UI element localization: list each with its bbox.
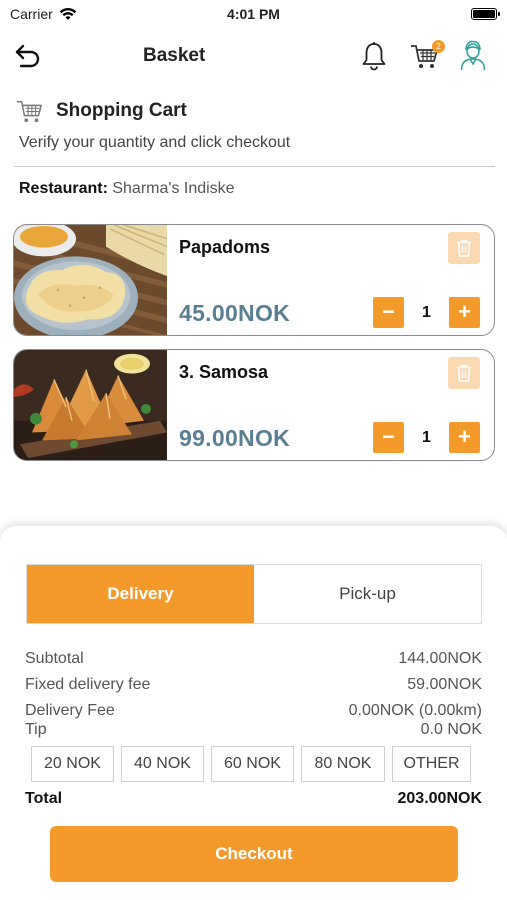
checkout-button[interactable]: Checkout	[50, 826, 458, 882]
subtotal-label: Subtotal	[25, 650, 84, 667]
quantity-value: 1	[422, 428, 431, 446]
tip-option-80[interactable]: 80 NOK	[301, 746, 385, 782]
decrease-quantity-button[interactable]: −	[373, 297, 404, 328]
subtotal-row: Subtotal 144.00NOK	[25, 650, 482, 668]
quantity-value: 1	[422, 303, 431, 321]
tip-label: Tip	[25, 721, 47, 738]
status-bar: Carrier 4:01 PM	[0, 0, 507, 30]
restaurant-info: Restaurant: Sharma's Indiske	[19, 180, 235, 198]
increase-quantity-button[interactable]: +	[449, 297, 480, 328]
total-label: Total	[25, 790, 63, 807]
shopping-cart-title: Shopping Cart	[56, 100, 187, 121]
quantity-stepper: − 1 +	[373, 297, 480, 328]
cart-count-badge: 2	[432, 40, 445, 53]
delivery-fee-row: Delivery Fee 0.00NOK (0.00km)	[25, 702, 482, 720]
shopping-cart-subtitle: Verify your quantity and click checkout	[19, 134, 291, 151]
battery-icon	[471, 8, 500, 20]
item-name: 3. Samosa	[179, 362, 269, 382]
tip-options: 20 NOK 40 NOK 60 NOK 80 NOK OTHER	[31, 746, 471, 782]
item-price: 99.00NOK	[179, 425, 291, 451]
item-price: 45.00NOK	[179, 300, 291, 326]
tip-option-20[interactable]: 20 NOK	[31, 746, 114, 782]
total-value: 203.00NOK	[397, 790, 483, 807]
back-arrow-icon	[15, 44, 40, 68]
trash-icon	[457, 364, 471, 382]
delete-item-button[interactable]	[448, 357, 480, 389]
order-type-toggle: Delivery Pick-up	[26, 564, 482, 624]
cart-item: Papadoms 45.00NOK − 1 +	[13, 224, 495, 336]
checkout-panel: Delivery Pick-up Subtotal 144.00NOK Fixe…	[0, 526, 507, 900]
samosa-photo	[14, 350, 167, 460]
tip-option-60[interactable]: 60 NOK	[211, 746, 294, 782]
user-avatar-icon	[460, 40, 486, 71]
status-time: 4:01 PM	[227, 6, 280, 22]
shopping-cart-header: Shopping Cart Verify your quantity and c…	[16, 98, 496, 152]
tip-option-40[interactable]: 40 NOK	[121, 746, 204, 782]
item-name: Papadoms	[179, 237, 271, 257]
fixed-delivery-fee-label: Fixed delivery fee	[25, 676, 151, 693]
quantity-stepper: − 1 +	[373, 422, 480, 453]
nav-bar: Basket 2	[0, 36, 507, 76]
tip-row: Tip 0.0 NOK	[25, 721, 482, 739]
tab-delivery[interactable]: Delivery	[27, 565, 254, 623]
delete-item-button[interactable]	[448, 232, 480, 264]
papadoms-photo	[14, 225, 167, 335]
shopping-cart-icon	[16, 100, 42, 123]
increase-quantity-button[interactable]: +	[449, 422, 480, 453]
restaurant-name: Sharma's Indiske	[112, 180, 235, 197]
cart-item: 3. Samosa 99.00NOK − 1 +	[13, 349, 495, 461]
tip-option-other[interactable]: OTHER	[392, 746, 471, 782]
decrease-quantity-button[interactable]: −	[373, 422, 404, 453]
page-title: Basket	[143, 45, 206, 66]
total-row: Total 203.00NOK	[25, 790, 482, 808]
back-button[interactable]	[14, 42, 42, 70]
fixed-delivery-fee-value: 59.00NOK	[407, 676, 482, 693]
subtotal-value: 144.00NOK	[398, 650, 482, 667]
header-divider	[14, 166, 495, 167]
profile-button[interactable]	[459, 39, 487, 71]
cart-button[interactable]: 2	[410, 40, 445, 71]
trash-icon	[457, 239, 471, 257]
tip-value: 0.0 NOK	[420, 721, 482, 738]
notifications-button[interactable]	[360, 41, 388, 71]
delivery-fee-label: Delivery Fee	[25, 702, 115, 719]
fixed-delivery-fee-row: Fixed delivery fee 59.00NOK	[25, 676, 482, 694]
tab-pickup[interactable]: Pick-up	[254, 565, 481, 623]
bell-icon	[362, 42, 386, 71]
delivery-fee-value: 0.00NOK (0.00km)	[348, 702, 482, 719]
restaurant-label: Restaurant:	[19, 180, 108, 197]
